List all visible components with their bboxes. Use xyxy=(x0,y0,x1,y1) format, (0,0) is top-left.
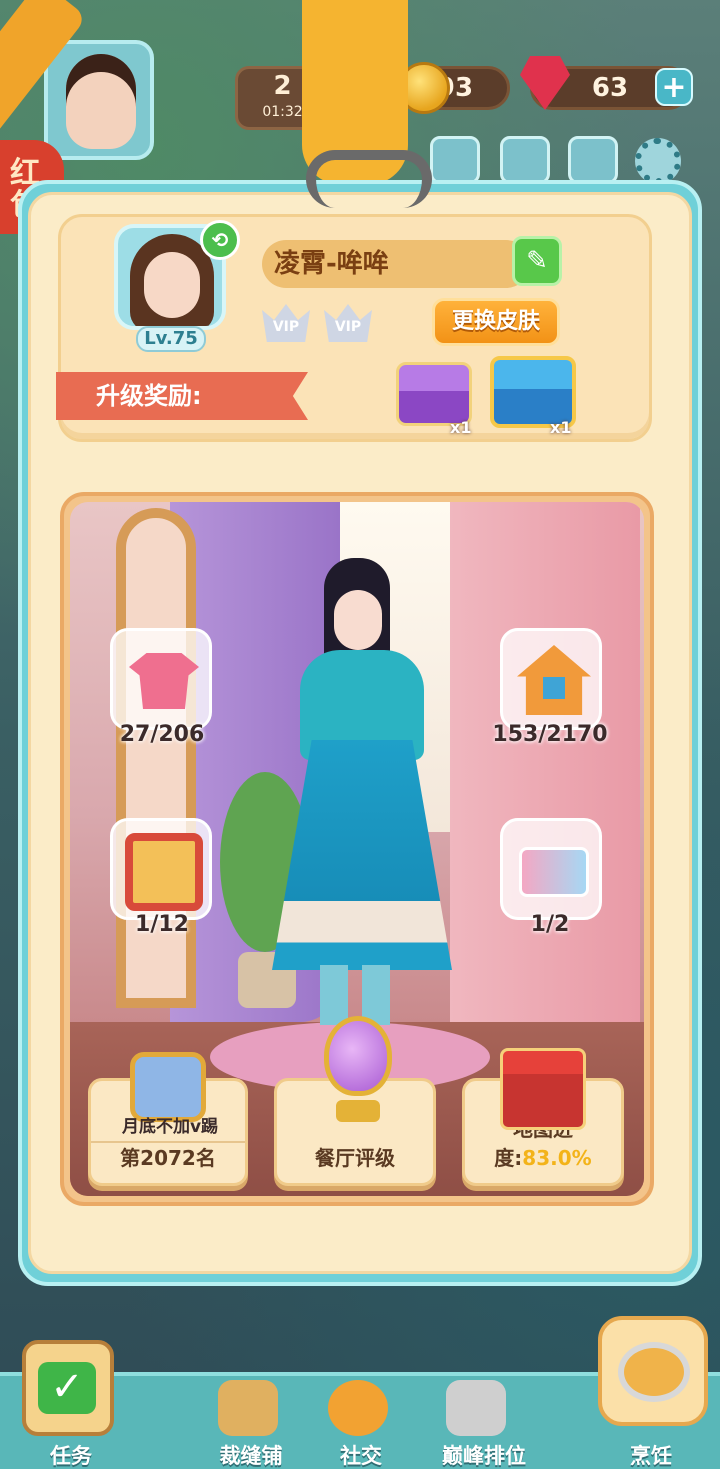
photo-frame-count: 1/12 xyxy=(135,912,189,937)
change-skin-button[interactable]: 更换皮肤 xyxy=(432,298,560,346)
shop-icon xyxy=(500,1048,586,1130)
book-icon[interactable] xyxy=(568,136,618,184)
id-card-count: 1/2 xyxy=(530,912,570,937)
edit-name-button[interactable]: ✎ xyxy=(512,236,562,286)
id-card-collection-button[interactable] xyxy=(500,818,602,920)
pan-icon xyxy=(618,1342,690,1402)
character-face xyxy=(334,590,382,650)
nav-social[interactable]: 社交 xyxy=(306,1440,416,1469)
calendar-icon[interactable] xyxy=(430,136,480,184)
player-name: 凌霄-哞哞 xyxy=(262,240,530,288)
check-icon: ✓ xyxy=(38,1362,96,1414)
locked-ranking-icon[interactable] xyxy=(446,1380,506,1436)
hud-player-avatar[interactable] xyxy=(44,40,154,160)
furniture-count: 153/2170 xyxy=(492,722,608,747)
cooking-button[interactable] xyxy=(598,1316,708,1426)
curtain-right xyxy=(450,502,640,1022)
nav-cooking[interactable]: 烹饪 xyxy=(596,1440,706,1469)
reward-count-2: x1 xyxy=(550,418,572,437)
panel-ring xyxy=(306,150,432,208)
clothes-collection-button[interactable] xyxy=(110,628,212,730)
invite-icon[interactable] xyxy=(500,136,550,184)
map-progress-value: 83.0% xyxy=(522,1146,592,1170)
rank-label: 第2072名 xyxy=(120,1146,216,1170)
shirt-icon xyxy=(129,653,199,709)
upgrade-reward-label: 升级奖励: xyxy=(56,372,308,420)
photo-frame-collection-button[interactable] xyxy=(110,818,212,920)
add-gems-button[interactable]: + xyxy=(655,68,693,106)
restaurant-rating-label: 餐厅评级 xyxy=(315,1146,395,1170)
club-name: 月底不加v踢 xyxy=(121,1117,219,1137)
sewing-icon[interactable] xyxy=(218,1380,278,1436)
purple-chest-icon[interactable] xyxy=(396,362,472,426)
reward-count-1: x1 xyxy=(450,418,472,437)
nav-tailor-shop[interactable]: 裁缝铺 xyxy=(196,1440,306,1469)
nav-tasks[interactable]: 任务 xyxy=(16,1440,126,1469)
photo-frame-icon xyxy=(125,833,203,911)
player-level: Lv.75 xyxy=(136,326,206,352)
id-card-icon xyxy=(519,847,589,897)
furniture-collection-button[interactable] xyxy=(500,628,602,730)
nav-peak-ranking[interactable]: 巅峰排位 xyxy=(424,1440,544,1469)
gear-icon[interactable] xyxy=(635,138,681,184)
social-icon[interactable] xyxy=(328,1380,388,1436)
trophy-icon xyxy=(318,1016,398,1136)
switch-avatar-icon[interactable]: ⟲ xyxy=(200,220,240,260)
clothes-count: 27/206 xyxy=(119,722,205,747)
